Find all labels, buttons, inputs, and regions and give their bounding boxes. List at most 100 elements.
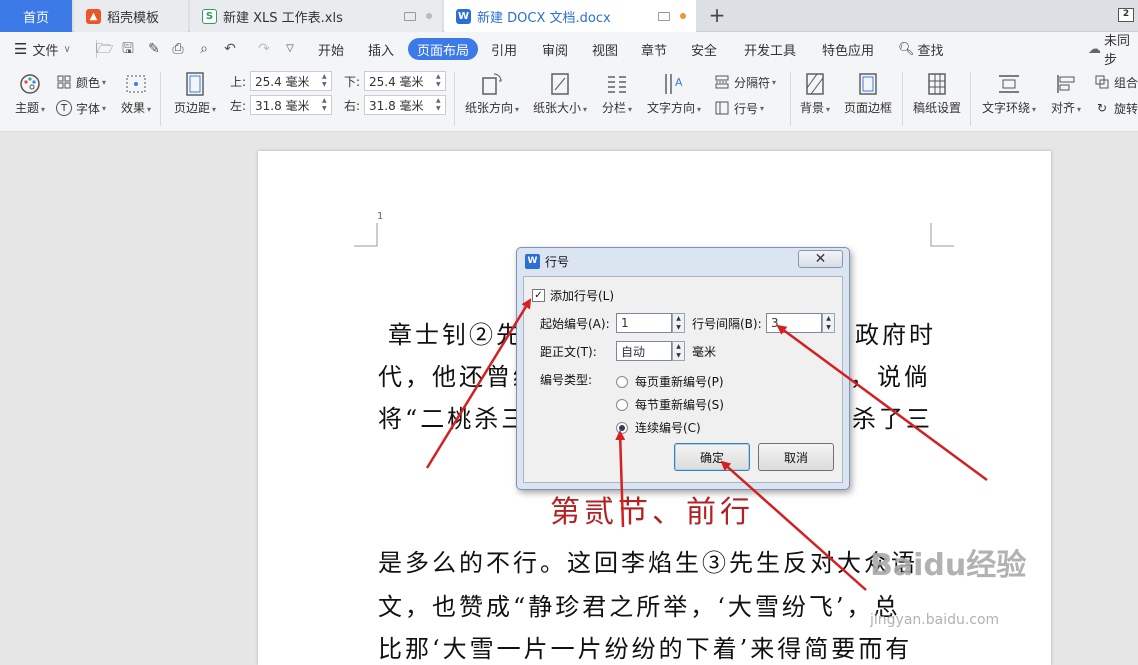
breaks-button[interactable]: 分隔符 ▾: [714, 72, 776, 92]
restart-each-page-radio[interactable]: 每页重新编号(P): [616, 373, 724, 390]
interval-input[interactable]: 3: [766, 313, 822, 333]
menu-label: 插入: [368, 43, 395, 59]
spinner-icon[interactable]: ▲ ▼: [322, 74, 329, 88]
ok-button[interactable]: 确定: [674, 443, 750, 471]
interval-value: 3: [771, 316, 779, 330]
spinner-icon[interactable]: ▲ ▼: [322, 98, 329, 112]
margin-left-input[interactable]: 31.8 毫米 ▲ ▼: [250, 95, 332, 115]
text-line-1: 章士钊②先: [388, 321, 523, 349]
effects-button[interactable]: 效果 ▾: [118, 72, 154, 116]
menu-insert[interactable]: 插入: [368, 32, 394, 66]
spinner-icon[interactable]: ▲ ▼: [436, 98, 443, 112]
menu-developer[interactable]: 开发工具: [744, 32, 796, 66]
margin-left-value: 31.8 毫米: [255, 98, 310, 113]
tab-daoke-templates[interactable]: ▲ 稻壳模板: [74, 0, 188, 32]
effects-icon: [124, 72, 148, 96]
menu-review[interactable]: 审阅: [542, 32, 568, 66]
line-numbers-button[interactable]: 行号 ▾: [714, 98, 764, 118]
window-count-badge[interactable]: 2: [1118, 8, 1134, 22]
page-size-button[interactable]: 纸张大小 ▾: [530, 72, 590, 116]
group-button[interactable]: 组合: [1094, 72, 1138, 92]
sync-label: 未同步: [1104, 34, 1131, 68]
menu-references[interactable]: 引用: [491, 32, 517, 66]
customize-toolbar-icon[interactable]: ▽: [282, 41, 298, 57]
add-line-numbers-checkbox[interactable]: ✓ 添加行号(L): [532, 287, 614, 304]
spinner-icon[interactable]: ▲ ▼: [436, 74, 443, 88]
tab-daoke-label: 稻壳模板: [107, 10, 160, 26]
page-border-button[interactable]: 页面边框: [842, 72, 894, 116]
text-wrap-button[interactable]: 文字环绕 ▾: [978, 72, 1040, 116]
file-menu-label: 文件: [32, 43, 59, 59]
line-number-label: 1: [377, 211, 384, 222]
theme-button[interactable]: 主题 ▾: [10, 72, 50, 116]
margins-button[interactable]: 页边距 ▾: [172, 72, 218, 116]
checkbox-checked-icon[interactable]: ✓: [532, 289, 545, 302]
continuous-numbering-radio[interactable]: 连续编号(C): [616, 419, 701, 436]
close-button[interactable]: ✕: [798, 250, 843, 268]
restart-each-section-radio[interactable]: 每节重新编号(S): [616, 396, 724, 413]
menu-label: 审阅: [542, 43, 569, 59]
distance-spinner[interactable]: ▲ ▼: [672, 341, 685, 361]
manuscript-settings-button[interactable]: 稿纸设置: [910, 72, 964, 116]
radio-icon[interactable]: [616, 375, 628, 388]
radio-icon[interactable]: [616, 398, 628, 411]
monitor-icon[interactable]: [404, 11, 416, 21]
columns-button[interactable]: 分栏 ▾: [598, 72, 636, 116]
radio-selected-icon[interactable]: [616, 421, 628, 434]
margin-top-field: 上: 25.4 毫米 ▲ ▼: [230, 71, 332, 91]
save-icon[interactable]: 🖫: [120, 41, 136, 57]
rotate-button[interactable]: ↻ 旋转: [1094, 98, 1138, 118]
file-menu[interactable]: ☰ 文件 ∨: [14, 32, 71, 66]
tab-xls-label: 新建 XLS 工作表.xls: [223, 10, 343, 26]
start-number-spinner[interactable]: ▲ ▼: [672, 313, 685, 333]
margin-bottom-input[interactable]: 25.4 毫米 ▲ ▼: [364, 71, 446, 91]
fonts-button[interactable]: T 字体 ▾: [56, 98, 106, 118]
start-number-value: 1: [621, 316, 629, 330]
menu-chapter[interactable]: 章节: [641, 32, 667, 66]
margins-icon: [183, 72, 207, 96]
add-line-numbers-label: 添加行号(L): [550, 289, 615, 303]
align-button[interactable]: 对齐 ▾: [1046, 72, 1086, 116]
tab-home[interactable]: 首页: [0, 0, 72, 32]
search-button[interactable]: 🔍︎ 查找: [898, 32, 944, 66]
new-tab-button[interactable]: +: [706, 5, 728, 27]
margin-bottom-field: 下: 25.4 毫米 ▲ ▼: [344, 71, 446, 91]
colors-button[interactable]: 颜色 ▾: [56, 72, 106, 92]
menu-view[interactable]: 视图: [592, 32, 618, 66]
margin-corner-top-right: [930, 223, 954, 247]
menu-start[interactable]: 开始: [318, 32, 344, 66]
restart-each-page-label: 每页重新编号(P): [635, 375, 724, 389]
tab-xls-workbook[interactable]: S 新建 XLS 工作表.xls: [190, 0, 442, 32]
margin-top-label: 上:: [230, 74, 247, 89]
orientation-label: 纸张方向: [464, 101, 513, 115]
background-button[interactable]: 背景 ▾: [796, 72, 834, 116]
sync-status[interactable]: ☁ 未同步: [1088, 32, 1138, 68]
redo-icon[interactable]: ↷: [256, 41, 272, 57]
page-border-label: 页面边框: [843, 101, 892, 115]
group-label: 组合: [1114, 75, 1138, 90]
chevron-down-icon: ∨: [63, 43, 71, 55]
menu-page-layout[interactable]: 页面布局: [408, 38, 479, 60]
menu-security[interactable]: 安全: [691, 32, 717, 66]
orientation-button[interactable]: 纸张方向 ▾: [462, 72, 522, 116]
print-preview-icon[interactable]: ⌕: [196, 41, 212, 57]
undo-icon[interactable]: ↶: [222, 41, 238, 57]
start-number-input[interactable]: 1: [616, 313, 672, 333]
margin-right-input[interactable]: 31.8 毫米 ▲ ▼: [364, 95, 446, 115]
margin-top-input[interactable]: 25.4 毫米 ▲ ▼: [250, 71, 332, 91]
theme-label: 主题: [14, 101, 39, 115]
menu-label: 章节: [641, 43, 668, 59]
margin-corner-top-left: [354, 223, 378, 247]
numbering-type-label: 编号类型:: [540, 371, 592, 388]
interval-spinner[interactable]: ▲ ▼: [822, 313, 835, 333]
print-icon[interactable]: ⎙: [170, 41, 186, 57]
open-folder-icon[interactable]: 🗁: [96, 41, 113, 57]
tab-docx-document[interactable]: W 新建 DOCX 文档.docx: [444, 0, 696, 32]
distance-input[interactable]: 自动: [616, 341, 672, 361]
text-direction-button[interactable]: A 文字方向 ▾: [644, 72, 704, 116]
cancel-button[interactable]: 取消: [758, 443, 834, 471]
format-painter-icon[interactable]: ✎: [146, 41, 162, 57]
menu-special[interactable]: 特色应用: [822, 32, 874, 66]
monitor-icon[interactable]: [658, 11, 670, 21]
text-line-1-end: 政府时: [855, 321, 936, 349]
